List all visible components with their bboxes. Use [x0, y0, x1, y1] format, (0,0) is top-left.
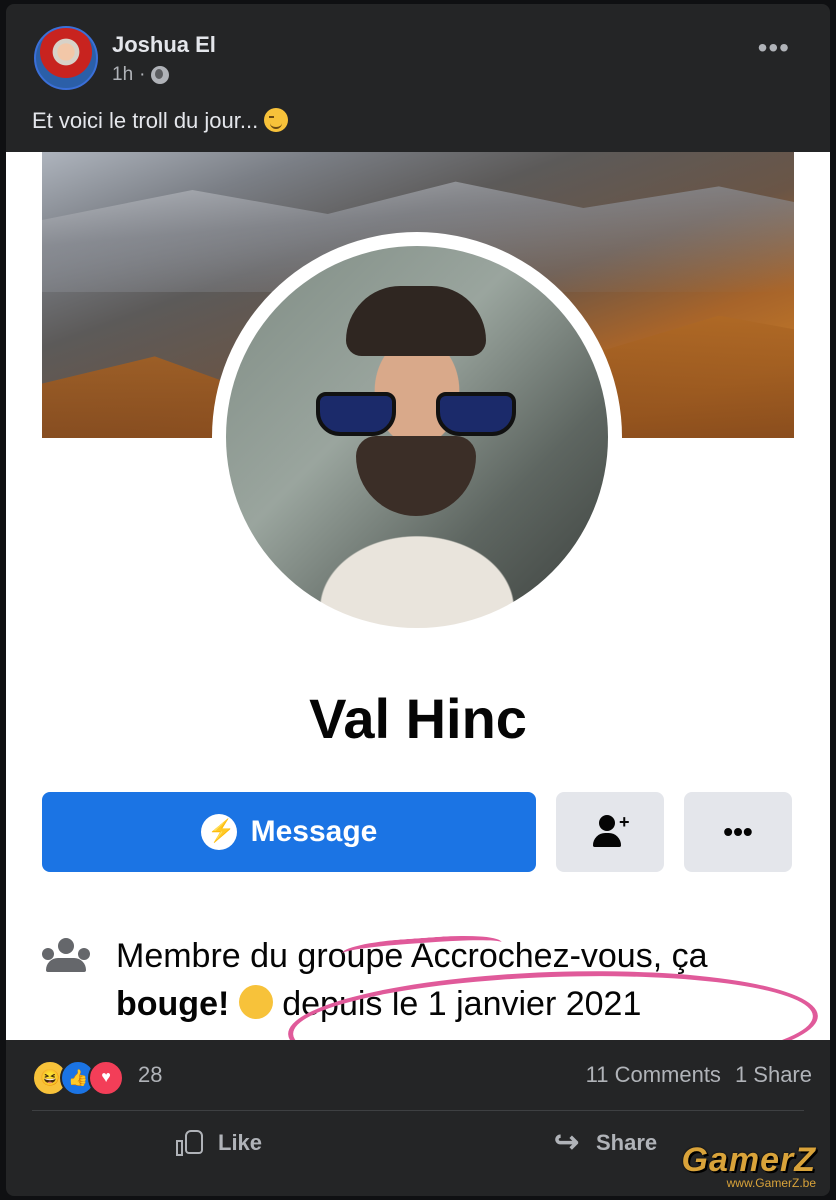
- meta-separator: ·: [139, 64, 146, 85]
- winking-face-icon: [264, 108, 289, 132]
- post-caption: Et voici le troll du jour...: [32, 108, 289, 134]
- divider: [32, 1110, 804, 1111]
- more-dots-icon[interactable]: •••: [758, 34, 790, 62]
- comments-count[interactable]: 11 Comments: [586, 1062, 721, 1088]
- message-button: Message: [42, 792, 536, 872]
- thumbs-up-icon: [176, 1130, 206, 1156]
- message-label: Message: [250, 815, 378, 848]
- author-avatar[interactable]: [34, 26, 98, 90]
- globe-icon: [151, 66, 170, 84]
- engagement-counts: 11 Comments 1 Share: [586, 1062, 812, 1088]
- share-button[interactable]: Share: [554, 1125, 658, 1160]
- watermark: GamerZ www.GamerZ.be: [682, 1141, 817, 1190]
- share-arrow-icon: [554, 1125, 584, 1160]
- hair-shape: [346, 286, 486, 356]
- like-label: Like: [218, 1130, 263, 1155]
- post-time[interactable]: 1h: [112, 64, 133, 86]
- love-reaction-icon: ♥: [88, 1060, 124, 1096]
- post-card: Joshua El 1h · ••• Et voici le troll du …: [6, 4, 830, 1196]
- share-label: Share: [596, 1130, 658, 1155]
- post-meta: 1h ·: [112, 64, 170, 86]
- profile-picture: [226, 246, 608, 628]
- reaction-count[interactable]: 28: [138, 1062, 162, 1088]
- author-name[interactable]: Joshua El: [112, 32, 216, 58]
- group-icon: [42, 938, 90, 972]
- caption-text: Et voici le troll du jour...: [32, 108, 259, 133]
- add-friend-button: +: [556, 792, 664, 872]
- shares-count[interactable]: 1 Share: [735, 1062, 812, 1088]
- reaction-icons[interactable]: 😆 👍 ♥: [32, 1060, 124, 1096]
- sunglasses-shape: [316, 392, 516, 436]
- laughing-face-icon: [238, 985, 273, 1019]
- watermark-title: GamerZ: [681, 1141, 816, 1179]
- profile-more-button: •••: [684, 792, 792, 872]
- shared-screenshot[interactable]: Val Hinc Message + ••• Membre du groupe …: [6, 152, 830, 1040]
- beard-shape: [356, 436, 476, 516]
- add-friend-icon: +: [593, 813, 630, 849]
- like-button[interactable]: Like: [176, 1130, 262, 1156]
- messenger-icon: [200, 814, 237, 850]
- profile-name: Val Hinc: [309, 687, 527, 750]
- post-stats: 😆 👍 ♥ 28 11 Comments 1 Share: [32, 1056, 812, 1096]
